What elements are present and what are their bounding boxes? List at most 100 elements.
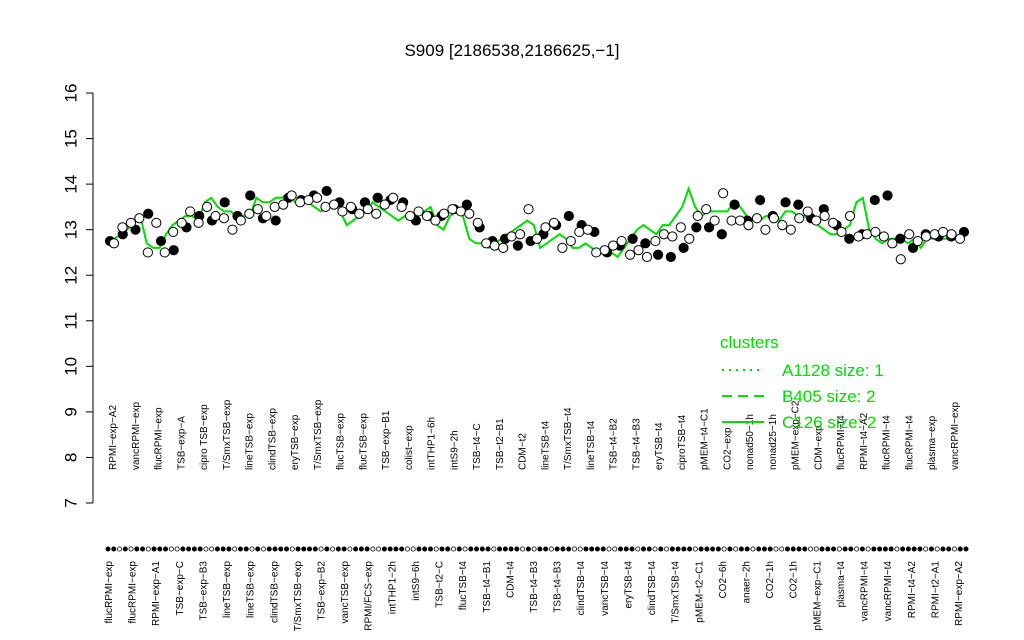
rug-dot-140 [911,546,917,552]
rug-dot-63 [468,546,474,552]
rug-dot-35 [307,546,313,552]
point-filled-45 [678,242,689,253]
rug-dot-110 [738,546,744,552]
point-open-7 [168,226,179,238]
point-open-4 [142,247,153,258]
point-open-97 [929,229,940,240]
point-open-5 [151,217,162,228]
x-tick-label-bottom-9: TSB−exp−B2 [317,561,328,621]
x-tick-label-bottom-18: TSB−t4−B3 [529,561,540,613]
rug-dot-36 [312,546,318,552]
x-tick-label-bottom-2: RPMI−exp−A1 [151,561,162,626]
point-open-74 [734,215,746,226]
rug-dot-7 [145,546,151,552]
point-filled-54 [793,199,804,210]
point-open-64 [650,235,661,247]
point-open-61 [624,249,636,260]
point-open-45 [489,240,500,251]
points-group [104,185,970,265]
rug-dot-123 [813,546,819,552]
rug-dot-8 [151,546,157,552]
rug-dot-11 [168,546,174,552]
x-tick-label-bottom-31: plasma−t4 [836,561,847,608]
rug-dot-43 [353,546,359,552]
rug-dot-126 [831,546,837,552]
rug-dot-44 [358,546,364,552]
rug-dot-98 [669,546,675,552]
rug-dot-15 [191,546,197,552]
point-open-96 [921,231,932,242]
point-filled-43 [652,249,664,260]
x-tick-label-top-22: TSB−t4−B2 [609,418,620,470]
rug-dot-88 [612,546,618,552]
rug-dot-5 [134,546,140,552]
rug-dot-52 [404,546,410,552]
rug-dot-23 [237,546,243,552]
rug-dot-57 [433,546,439,552]
point-open-60 [616,235,627,247]
rug-dot-64 [474,546,480,552]
point-filled-60 [869,194,880,206]
rug-dot-93 [641,546,647,552]
point-open-30 [362,204,373,215]
point-open-24 [311,192,323,203]
point-open-43 [472,217,483,228]
rug-dot-30 [278,546,284,552]
point-open-82 [802,206,813,217]
point-filled-48 [716,229,727,240]
point-open-68 [684,233,695,244]
rug-dot-106 [715,546,721,552]
point-open-44 [481,238,492,249]
rug-dot-146 [946,546,952,552]
point-open-84 [819,210,830,222]
point-filled-5 [168,245,179,256]
rug-dot-96 [658,546,664,552]
rug-dot-31 [284,546,290,552]
rug-dot-135 [882,546,888,552]
rug-dot-105 [710,546,716,552]
point-open-90 [870,226,881,238]
point-open-15 [235,215,246,226]
rug-dot-34 [301,546,307,552]
x-tick-label-bottom-33: vancRPMI−t4 [883,561,894,622]
rug-dot-51 [399,546,405,552]
rug-dot-59 [445,546,451,552]
x-tick-label-top-26: pMEM−t4−C1 [700,408,711,470]
x-tick-label-top-10: flucTSB−exp [336,413,347,470]
point-filled-9 [219,197,230,208]
rug-dot-19 [214,546,220,552]
point-open-76 [751,213,763,224]
point-open-91 [878,231,889,242]
x-tick-label-bottom-32: vancRPMI−t4 [860,561,871,622]
x-tick-label-top-30: pMEM−exp−C2 [791,400,802,470]
point-open-49 [523,204,534,215]
rug-dot-132 [865,546,871,552]
rug-dot-40 [335,546,341,552]
point-open-21 [286,190,297,201]
point-open-67 [675,222,686,233]
rug-dot-1 [111,546,117,552]
rug-dot-143 [928,546,934,552]
point-open-46 [498,242,509,253]
point-filled-53 [780,197,791,208]
rug-dot-148 [957,546,963,552]
point-open-2 [125,217,137,228]
point-open-26 [328,199,340,210]
point-filled-36 [563,210,574,222]
x-tick-label-top-7: clindTSB−exp [267,408,278,470]
rug-dot-149 [963,546,969,552]
rug-dot-130 [854,546,860,552]
rug-dot-136 [888,546,894,552]
rug-dot-3 [122,546,128,552]
point-filled-13 [270,215,281,226]
x-tick-label-bottom-6: lineTSB−exp [246,561,257,618]
rug-dot-87 [606,546,612,552]
point-open-14 [227,224,238,235]
point-open-56 [582,224,593,235]
rug-dot-133 [871,546,877,552]
chart-title: S909 [2186538,2186625,−1] [404,41,619,60]
point-open-22 [295,197,306,208]
rug-dot-114 [761,546,767,552]
point-open-40 [447,204,458,215]
rug-dot-47 [376,546,382,552]
